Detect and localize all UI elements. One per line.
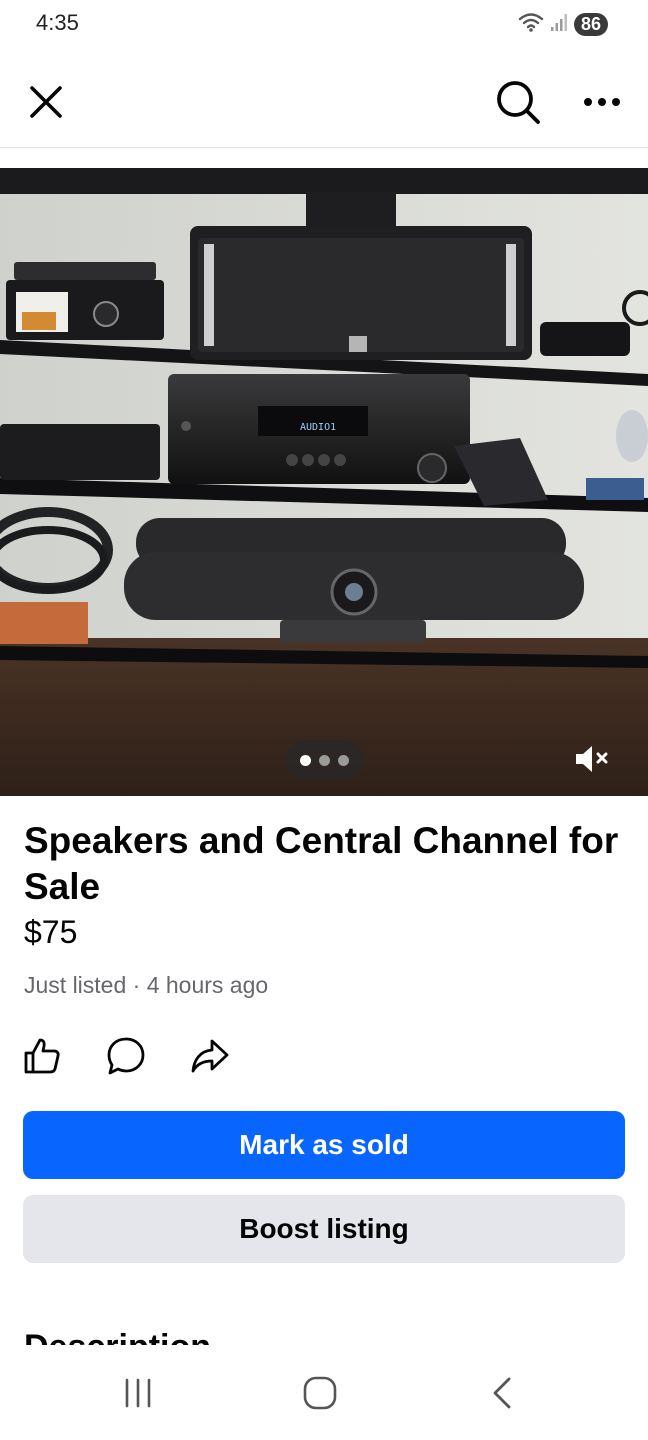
pager-dot[interactable] [319, 754, 330, 766]
back-button[interactable] [472, 1369, 532, 1417]
photo-pager[interactable] [285, 740, 364, 780]
more-options-button[interactable] [576, 76, 628, 128]
close-icon [30, 86, 62, 118]
pager-dot[interactable] [338, 754, 349, 766]
search-icon [497, 81, 540, 124]
mark-as-sold-button[interactable]: Mark as sold [23, 1111, 625, 1179]
listing-meta: Just listed · 4 hours ago [24, 972, 269, 998]
battery-indicator: 86 [573, 12, 608, 36]
comment-button[interactable] [106, 1034, 146, 1078]
close-button[interactable] [20, 76, 72, 128]
home-button[interactable] [290, 1369, 350, 1417]
recent-apps-icon [125, 1378, 151, 1408]
listing-price: $75 [24, 914, 78, 950]
status-bar: 4:35 86 [0, 0, 648, 48]
boost-listing-button[interactable]: Boost listing [23, 1195, 625, 1263]
recent-apps-button[interactable] [108, 1369, 168, 1417]
like-icon [24, 1038, 60, 1074]
system-nav-bar [0, 1345, 648, 1440]
share-button[interactable] [190, 1034, 230, 1078]
status-icons: 86 [518, 10, 608, 38]
description-heading: Description [24, 1328, 211, 1345]
top-bar [0, 58, 648, 148]
signal-icon [550, 12, 568, 37]
mute-button[interactable] [566, 736, 618, 782]
status-time: 4:35 [36, 10, 79, 35]
back-icon [493, 1377, 511, 1409]
volume-muted-icon [576, 746, 608, 772]
listing-photo-image: AUDIO1 [0, 168, 648, 796]
listing-photo[interactable]: AUDIO1 [0, 168, 648, 796]
more-options-icon [584, 98, 620, 106]
svg-text:AUDIO1: AUDIO1 [300, 422, 336, 433]
listing-title: Speakers and Central Channel for Sale [24, 820, 619, 907]
home-icon [303, 1376, 337, 1410]
comment-icon [107, 1037, 145, 1075]
search-button[interactable] [490, 74, 546, 130]
wifi-icon [518, 11, 544, 38]
description-section: Description [0, 1318, 648, 1345]
like-button[interactable] [22, 1034, 62, 1078]
reaction-row [22, 1034, 230, 1080]
share-icon [191, 1039, 229, 1073]
pager-dot-active[interactable] [300, 754, 311, 766]
